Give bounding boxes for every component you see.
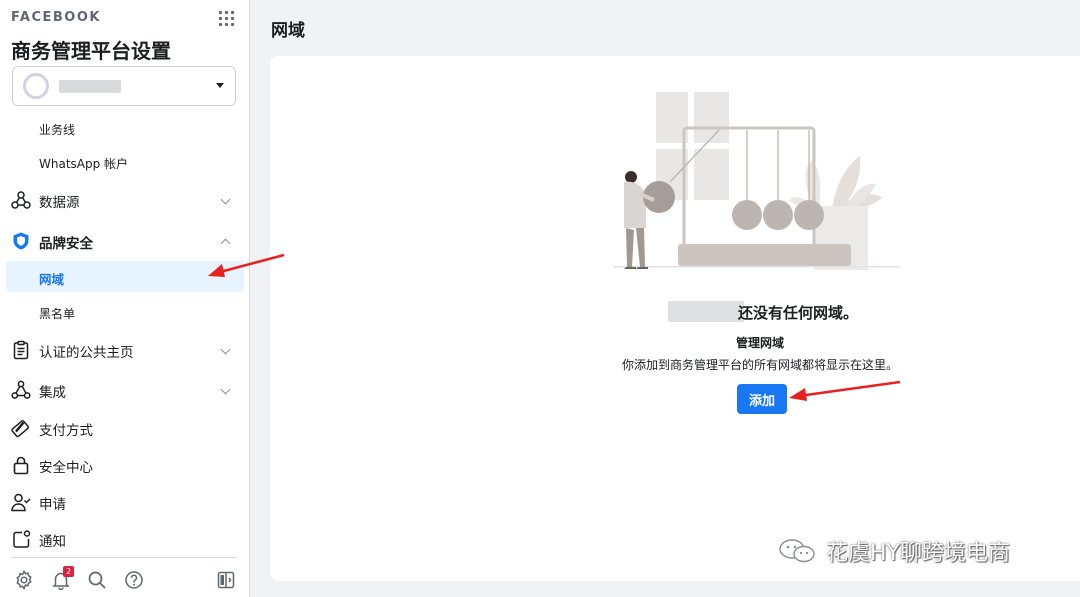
sidebar-item-business-lines[interactable]: 业务线 [39, 121, 75, 138]
empty-state-headline: 还没有任何网域。 [738, 304, 859, 322]
business-account-selector[interactable] [12, 66, 236, 106]
caret-down-icon [216, 83, 224, 88]
sidebar-item-label: 数据源 [39, 195, 80, 211]
account-avatar [23, 73, 49, 99]
lock-icon [13, 456, 29, 475]
sidebar-item-label: 网域 [39, 272, 65, 287]
notification-icon [13, 530, 31, 548]
empty-state-headline-row: 还没有任何网域。 [668, 301, 868, 325]
manage-domains-title: 管理网域 [735, 336, 784, 350]
notification-count-badge: 2 [63, 566, 74, 577]
app-grid-icon[interactable] [218, 10, 235, 27]
sidebar-footer-divider [11, 557, 237, 558]
sidebar: FACEBOOK 商务管理平台设置 业务线 WhatsApp 帐户 数据源 品牌… [0, 0, 250, 597]
chevron-down-icon [220, 194, 231, 205]
data-sources-icon [11, 191, 31, 209]
integration-icon [11, 380, 31, 399]
sidebar-item-label: 支付方式 [39, 423, 93, 439]
sidebar-item-integrations[interactable]: 集成 [11, 378, 237, 402]
sidebar-item-whatsapp-accounts[interactable]: WhatsApp 帐户 [39, 155, 128, 172]
person-check-icon [11, 493, 31, 512]
sidebar-item-label: 通知 [39, 534, 66, 550]
sidebar-item-requests[interactable]: 申请 [11, 490, 237, 514]
add-domain-button[interactable]: 添加 [737, 384, 787, 414]
business-name-redacted [668, 301, 744, 322]
chevron-up-icon [220, 238, 231, 249]
sidebar-item-blocklist[interactable]: 黑名单 [39, 305, 75, 322]
sidebar-item-payment-methods[interactable]: 支付方式 [11, 416, 237, 440]
settings-icon[interactable] [14, 570, 34, 590]
sidebar-item-label: 品牌安全 [39, 236, 93, 252]
account-name-redacted [59, 80, 121, 93]
sidebar-item-label: 申请 [39, 497, 66, 513]
shield-icon [13, 232, 29, 250]
chevron-down-icon [220, 344, 231, 355]
sidebar-item-label: 安全中心 [39, 460, 93, 476]
search-icon[interactable] [87, 570, 107, 590]
sidebar-item-label: 认证的公共主页 [39, 345, 134, 361]
page-title: 网域 [271, 21, 305, 41]
sidebar-item-verified-pages[interactable]: 认证的公共主页 [11, 338, 237, 362]
credit-card-icon [11, 420, 30, 438]
manage-domains-description: 你添加到商务管理平台的所有网域都将显示在这里。 [621, 358, 898, 372]
sidebar-item-label: 集成 [39, 385, 66, 401]
sidebar-item-brand-safety[interactable]: 品牌安全 [11, 229, 237, 253]
sidebar-item-security-center[interactable]: 安全中心 [11, 453, 237, 477]
sidebar-item-domains[interactable]: 网域 [6, 261, 244, 292]
sidebar-item-notifications[interactable]: 通知 [11, 527, 237, 551]
newtons-cradle-illustration [614, 92, 900, 270]
chevron-down-icon [220, 384, 231, 395]
domains-card: 还没有任何网域。 管理网域 你添加到商务管理平台的所有网域都将显示在这里。 添加… [270, 56, 1080, 581]
panel-toggle-icon[interactable] [216, 570, 236, 590]
watermark-text: 花虞HY聊跨境电商 [826, 541, 1010, 566]
clipboard-icon [13, 340, 29, 360]
facebook-brand: FACEBOOK [11, 10, 101, 25]
sidebar-title: 商务管理平台设置 [11, 39, 171, 63]
wechat-icon [779, 539, 815, 563]
help-icon[interactable] [124, 570, 144, 590]
sidebar-item-data-sources[interactable]: 数据源 [11, 188, 237, 212]
